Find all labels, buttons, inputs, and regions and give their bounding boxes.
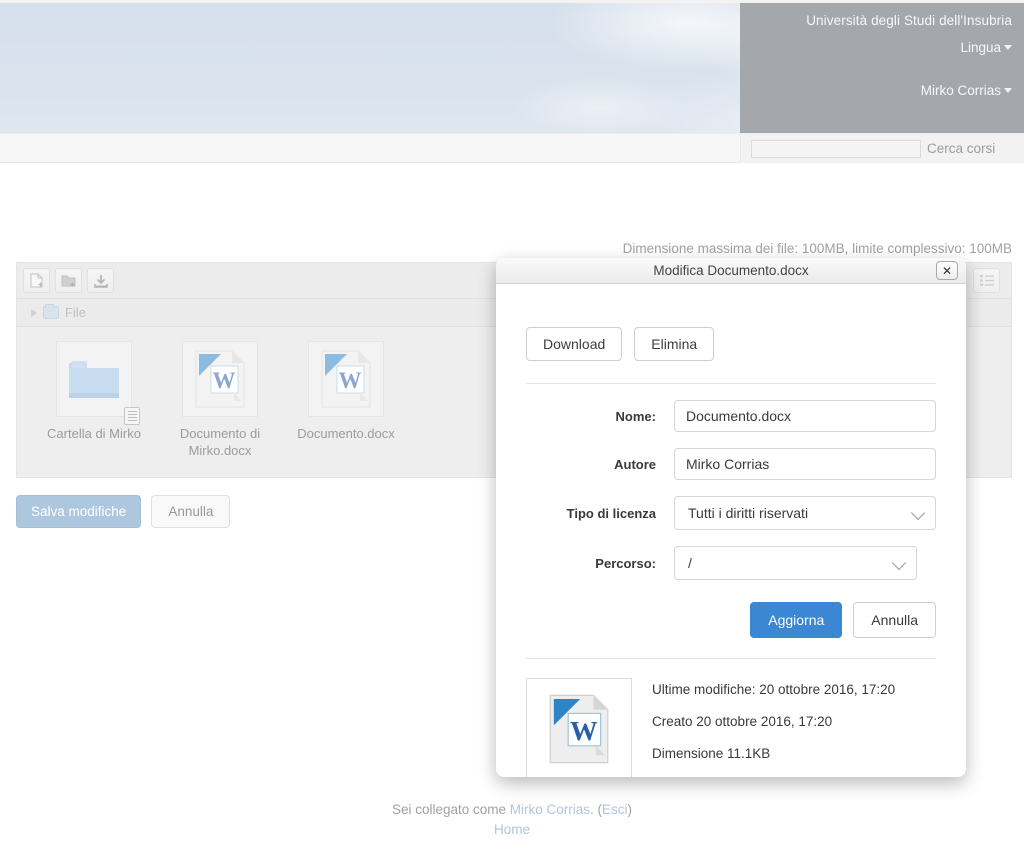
breadcrumb-label: File — [65, 305, 86, 320]
svg-text:W: W — [213, 368, 236, 393]
svg-text:W: W — [570, 715, 598, 746]
license-label: Tipo di licenza — [566, 505, 656, 521]
footer-home-line: Home — [0, 817, 1024, 837]
expand-arrow-icon — [31, 308, 37, 317]
logout-link[interactable]: Esci — [602, 802, 628, 817]
file-action-buttons: Download Elimina — [526, 284, 936, 361]
cancel-button[interactable]: Annulla — [151, 495, 231, 528]
download-all-button[interactable] — [87, 268, 114, 293]
file-name-label: Cartella di Mirko — [47, 426, 141, 441]
download-button[interactable]: Download — [526, 327, 623, 361]
word-document-icon: W — [195, 350, 245, 408]
path-select[interactable]: / — [674, 546, 917, 580]
update-button[interactable]: Aggiorna — [750, 602, 843, 638]
new-file-icon — [30, 273, 43, 287]
chevron-down-icon — [1004, 87, 1012, 93]
new-file-button[interactable] — [23, 268, 50, 293]
folder-icon — [69, 361, 119, 398]
search-bar-row: Cerca corsi — [0, 133, 1024, 163]
path-label: Percorso: — [595, 555, 656, 571]
list-view-icon — [979, 275, 994, 286]
folder-description-badge — [124, 407, 140, 425]
dialog-header: Modifica Documento.docx ✕ — [496, 258, 966, 284]
file-name-label: Documento.docx — [297, 426, 395, 441]
home-link[interactable]: Home — [494, 822, 530, 837]
course-search-box: Cerca corsi — [740, 134, 1024, 163]
path-select-value: / — [674, 546, 917, 580]
close-icon[interactable]: ✕ — [936, 261, 958, 280]
search-courses-button[interactable]: Cerca corsi — [921, 141, 998, 156]
view-mode-buttons — [973, 268, 1005, 293]
license-select-value: Tutti i diritti riservati — [674, 496, 936, 530]
site-header: Università degli Studi dell'Insubria Lin… — [0, 0, 1024, 136]
file-grid-item[interactable]: W Documento.docx — [291, 341, 401, 477]
dialog-title: Modifica Documento.docx — [653, 263, 809, 278]
author-label: Autore — [614, 456, 656, 472]
name-input[interactable] — [674, 400, 936, 432]
author-input[interactable] — [674, 448, 936, 480]
last-modified-text: Ultime modifiche: 20 ottobre 2016, 17:20 — [652, 682, 896, 697]
word-thumbnail: W — [182, 341, 258, 417]
name-field-row: Nome: — [526, 400, 936, 432]
logged-mid: . ( — [590, 802, 603, 817]
file-grid-item[interactable]: Cartella di Mirko — [39, 341, 149, 477]
dialog-body: Download Elimina Nome: Autore Tipo di li… — [496, 284, 966, 777]
author-field-row: Autore — [526, 448, 936, 480]
size-text: Dimensione 11.1KB — [652, 746, 771, 761]
word-document-icon: W — [549, 694, 609, 764]
search-input[interactable] — [751, 139, 921, 158]
user-menu-label: Mirko Corrias — [920, 82, 1001, 98]
page-footer: Sei collegato come Mirko Corrias. (Esci)… — [0, 790, 1024, 850]
svg-text:W: W — [339, 368, 362, 393]
new-folder-button[interactable] — [55, 268, 82, 293]
file-name-label: Documento di Mirko.docx — [179, 426, 261, 458]
form-action-buttons: Salva modifiche Annulla — [16, 495, 231, 528]
new-folder-icon — [61, 275, 75, 287]
word-document-icon: W — [321, 350, 371, 408]
folder-thumbnail — [56, 341, 140, 425]
edit-file-dialog: Modifica Documento.docx ✕ Download Elimi… — [496, 258, 966, 777]
word-thumbnail: W — [308, 341, 384, 417]
dialog-action-buttons: Aggiorna Annulla — [526, 602, 936, 638]
file-metadata: W Ultime modifiche: 20 ottobre 2016, 17:… — [526, 659, 936, 777]
footer-user-link[interactable]: Mirko Corrias — [510, 802, 590, 817]
license-field-row: Tipo di licenza Tutti i diritti riservat… — [526, 496, 936, 530]
save-changes-button[interactable]: Salva modifiche — [16, 495, 142, 528]
view-list-button[interactable] — [973, 268, 1000, 293]
language-menu[interactable]: Lingua — [750, 40, 1012, 55]
file-metadata-lines: Ultime modifiche: 20 ottobre 2016, 17:20… — [652, 678, 895, 777]
max-filesize-note: Dimensione massima dei file: 100MB, limi… — [622, 241, 1012, 256]
logged-suffix: ) — [627, 802, 633, 817]
university-name: Università degli Studi dell'Insubria — [806, 13, 1012, 28]
dialog-cancel-button[interactable]: Annulla — [853, 602, 936, 638]
login-status-line: Sei collegato come Mirko Corrias. (Esci) — [0, 790, 1024, 817]
delete-button[interactable]: Elimina — [634, 327, 715, 361]
file-preview-thumbnail: W — [526, 678, 632, 777]
name-label: Nome: — [615, 408, 656, 424]
chevron-down-icon — [1004, 44, 1012, 50]
logged-prefix: Sei collegato come — [391, 802, 510, 817]
language-menu-label: Lingua — [960, 39, 1001, 55]
dialog-divider — [526, 383, 936, 384]
download-icon — [93, 274, 108, 288]
user-menu[interactable]: Mirko Corrias — [750, 83, 1012, 98]
header-identity-panel: Università degli Studi dell'Insubria Lin… — [740, 3, 1024, 133]
created-text: Creato 20 ottobre 2016, 17:20 — [652, 714, 833, 729]
folder-icon — [43, 304, 59, 319]
page-root: Università degli Studi dell'Insubria Lin… — [0, 0, 1024, 850]
license-select[interactable]: Tutti i diritti riservati — [674, 496, 936, 530]
path-field-row: Percorso: / — [526, 546, 936, 580]
file-grid-item[interactable]: W Documento di Mirko.docx — [165, 341, 275, 477]
